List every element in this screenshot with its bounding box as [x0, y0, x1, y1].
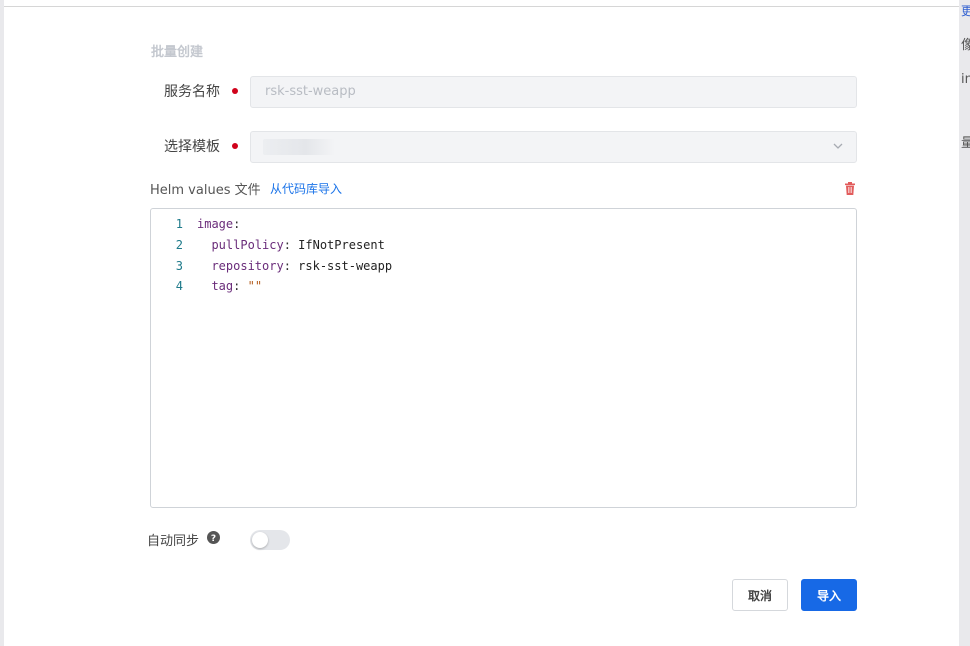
line-number: 3	[175, 259, 183, 273]
service-name-input[interactable]: rsk-sst-weapp	[250, 76, 857, 108]
svg-text:?: ?	[211, 534, 216, 544]
service-name-label: 服务名称	[164, 84, 220, 100]
yaml-key: image	[197, 217, 234, 231]
yaml-key: tag	[211, 279, 234, 293]
service-name-value: rsk-sst-weapp	[265, 84, 356, 99]
background-fragment: 像	[961, 38, 970, 53]
yaml-colon: :	[283, 259, 291, 273]
required-indicator	[232, 143, 238, 149]
code-line: 2 pullPolicy: IfNotPresent	[151, 238, 851, 258]
chevron-down-icon	[833, 143, 843, 149]
import-from-repo-link[interactable]: 从代码库导入	[270, 180, 342, 197]
template-label: 选择模板	[164, 139, 220, 155]
template-selected-value-redacted	[263, 139, 335, 155]
dialog-top-border	[4, 6, 959, 7]
section-title: 批量创建	[151, 45, 204, 60]
yaml-value: IfNotPresent	[290, 238, 385, 252]
yaml-colon: :	[233, 217, 241, 231]
line-number: 4	[175, 279, 183, 293]
yaml-colon: :	[283, 238, 291, 252]
yaml-value: rsk-sst-weapp	[290, 259, 393, 273]
trash-icon[interactable]	[844, 182, 856, 195]
auto-sync-label: 自动同步	[147, 534, 200, 549]
background-fragment: in	[961, 72, 970, 87]
yaml-key: pullPolicy	[211, 238, 284, 252]
question-circle-icon[interactable]: ?	[207, 531, 220, 544]
line-number: 1	[175, 217, 183, 231]
yaml-key: repository	[211, 259, 284, 273]
yaml-indent	[197, 279, 211, 293]
required-indicator	[232, 88, 238, 94]
yaml-indent	[197, 238, 211, 252]
background-fragment: 更	[961, 4, 970, 18]
batch-create-dialog: 批量创建 服务名称 rsk-sst-weapp 选择模板 Helm values…	[4, 0, 959, 646]
template-select[interactable]	[250, 131, 857, 163]
yaml-string-value: ""	[240, 279, 263, 293]
yaml-indent	[197, 259, 211, 273]
code-line: 4 tag: ""	[151, 279, 851, 299]
auto-sync-toggle[interactable]	[250, 530, 290, 550]
toggle-knob	[252, 532, 268, 548]
background-fragment: 量	[961, 136, 970, 151]
helm-values-editor[interactable]: 1 image: 2 pullPolicy: IfNotPresent 3 re…	[150, 208, 857, 508]
import-button[interactable]: 导入	[801, 579, 857, 611]
line-number: 2	[175, 238, 183, 252]
code-line: 3 repository: rsk-sst-weapp	[151, 259, 851, 279]
cancel-button[interactable]: 取消	[732, 579, 788, 611]
helm-values-label: Helm values 文件	[150, 183, 261, 198]
code-line: 1 image:	[151, 217, 851, 237]
background-page-right: 更 像 in 量	[959, 0, 970, 646]
